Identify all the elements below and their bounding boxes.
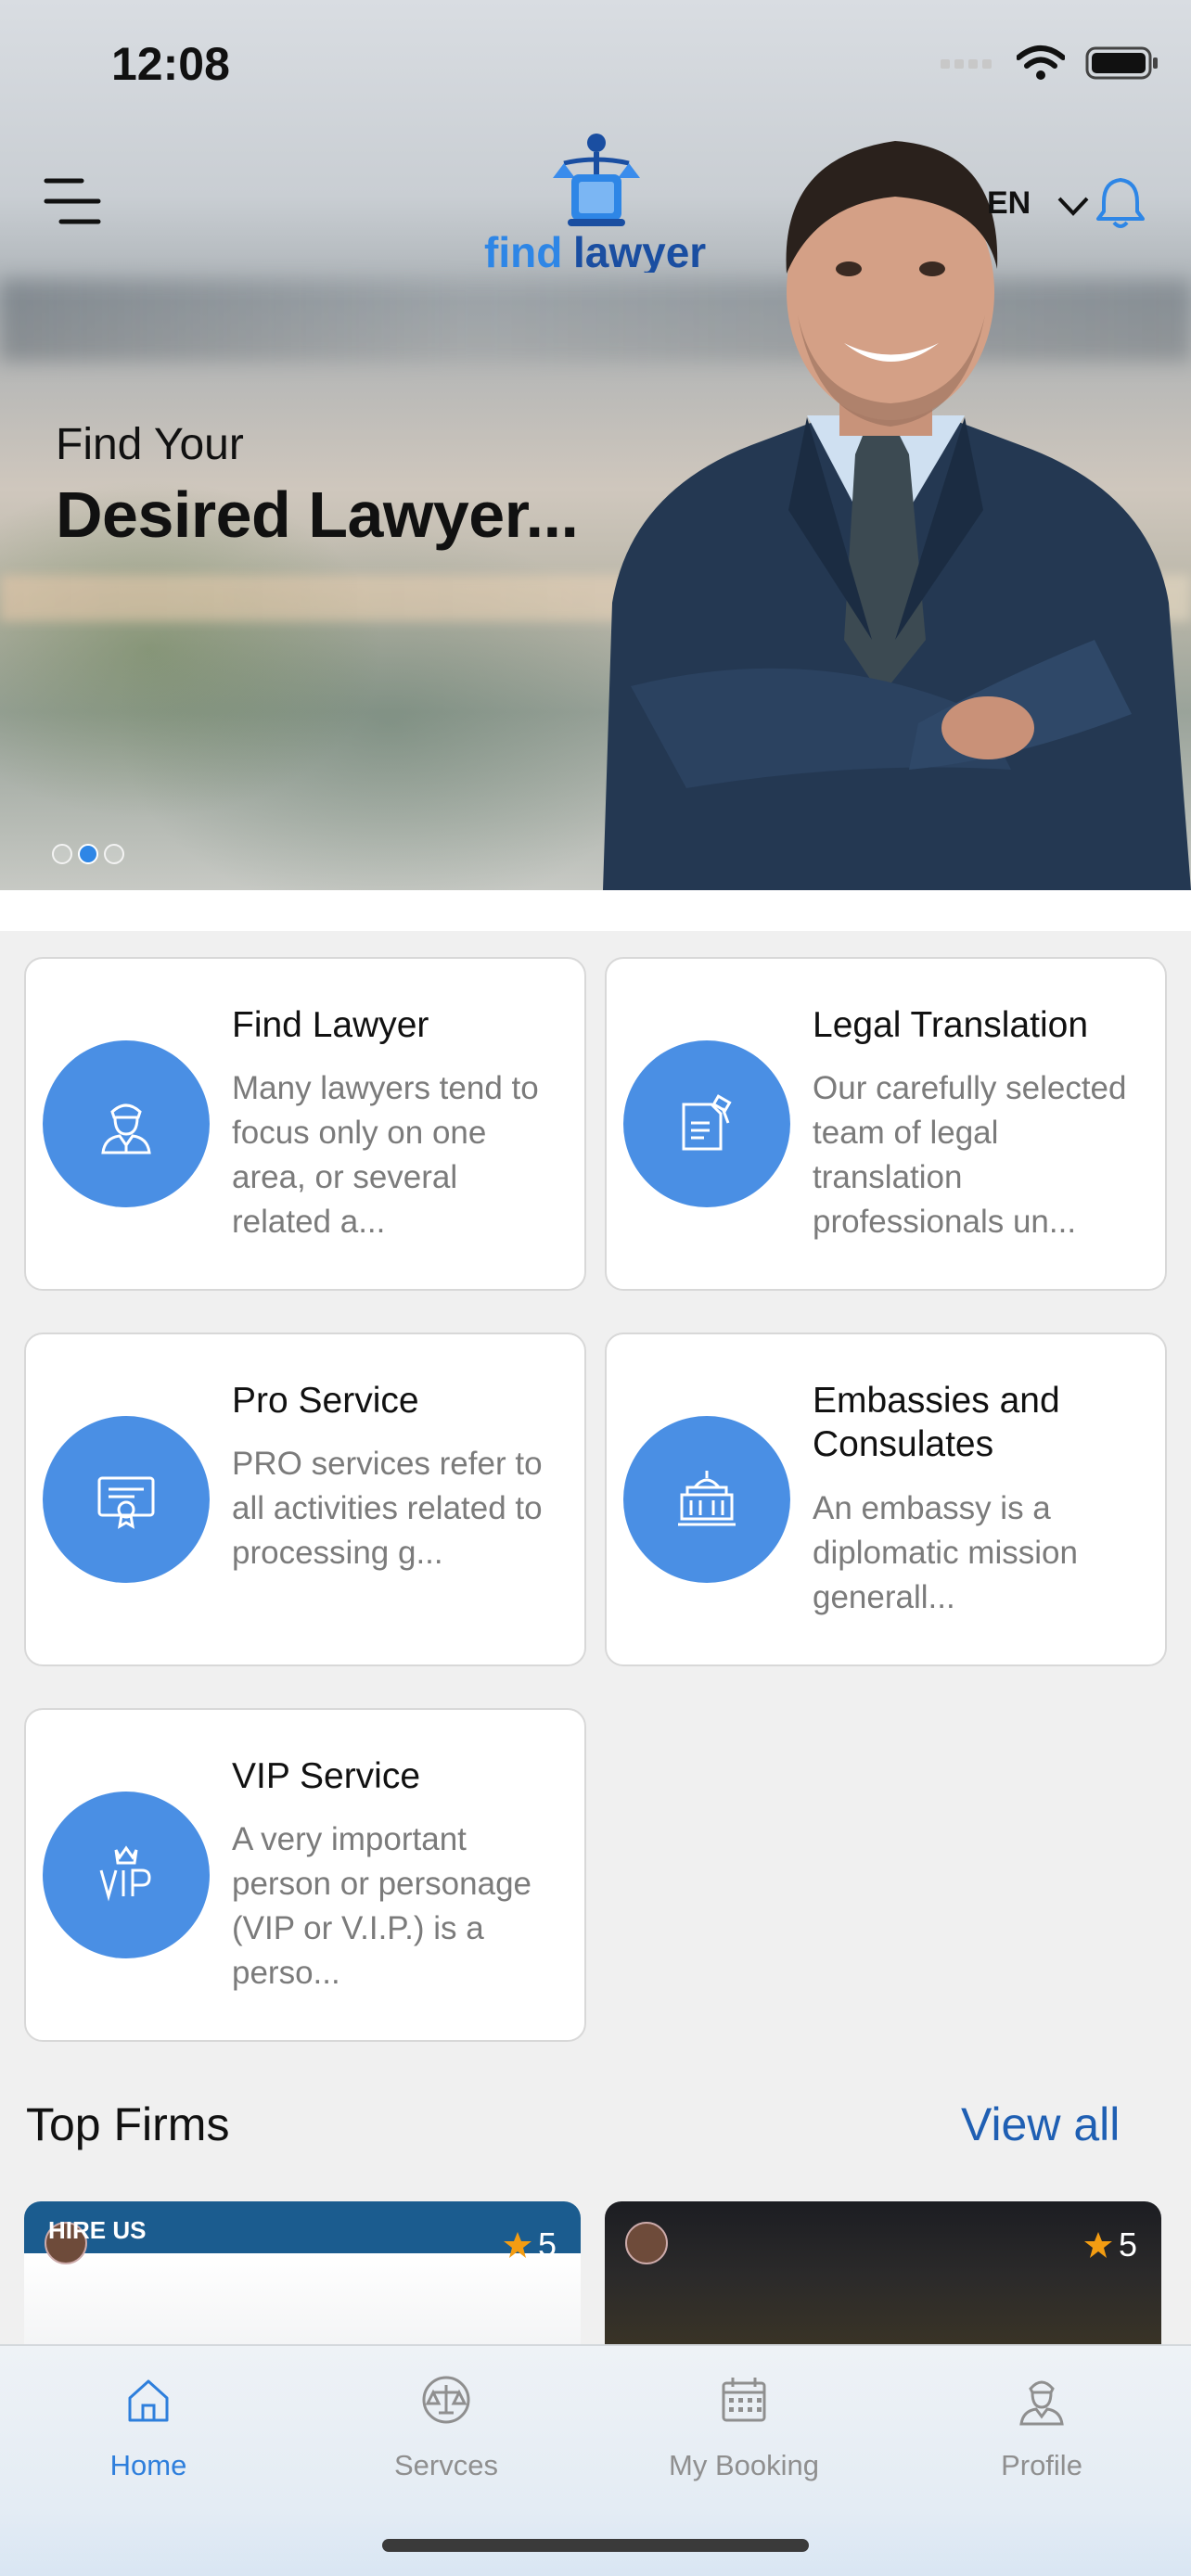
firm-rating-value: 5 bbox=[537, 2225, 557, 2264]
service-description: A very important person or personage (VI… bbox=[232, 1821, 531, 1991]
hero-subtitle: Find Your bbox=[56, 420, 244, 469]
service-title: Legal Translation bbox=[813, 1005, 1089, 1045]
service-title: VIP Service bbox=[232, 1756, 421, 1796]
carousel-dot[interactable] bbox=[52, 844, 72, 864]
service-card-find-lawyer[interactable]: Find Lawyer Many lawyers tend to focus o… bbox=[24, 957, 586, 1291]
menu-icon[interactable] bbox=[43, 172, 102, 231]
avatar bbox=[625, 2222, 668, 2264]
vip-crown-icon bbox=[99, 1845, 151, 1902]
service-description: Our carefully selected team of legal tra… bbox=[813, 1070, 1127, 1240]
calendar-icon bbox=[722, 2378, 766, 2422]
tab-home[interactable]: Home bbox=[37, 2374, 260, 2482]
firm-rating: 5 bbox=[503, 2225, 557, 2264]
embassy-building-icon bbox=[678, 1471, 736, 1526]
carousel-dots[interactable] bbox=[52, 844, 124, 864]
service-title: Pro Service bbox=[232, 1381, 419, 1421]
bell-icon[interactable] bbox=[1095, 174, 1146, 230]
findlawyer-logo: find lawyer bbox=[484, 134, 706, 273]
service-card-pro-service[interactable]: Pro Service PRO services refer to all ac… bbox=[24, 1333, 586, 1666]
wifi-icon bbox=[1017, 45, 1065, 80]
firm-rating-value: 5 bbox=[1118, 2225, 1137, 2264]
lawyer-icon bbox=[101, 1103, 151, 1154]
top-firms-heading: Top Firms bbox=[26, 2098, 230, 2150]
status-indicators bbox=[941, 45, 1159, 82]
logo-lawyer-text: lawyer bbox=[573, 228, 706, 273]
language-selector[interactable]: EN bbox=[987, 185, 1031, 222]
logo-find-text: find bbox=[484, 228, 562, 273]
hero-title: Desired Lawyer... bbox=[56, 478, 579, 551]
service-title: Embassies and Consulates bbox=[813, 1381, 1060, 1464]
service-description: An embassy is a diplomatic mission gener… bbox=[813, 1490, 1078, 1615]
tab-label: Profile bbox=[1001, 2449, 1082, 2481]
hero-banner[interactable]: 12:08 find lawyer EN Find Your Desired L… bbox=[0, 0, 1191, 890]
firm-card[interactable]: HIRE US 5 bbox=[24, 2201, 581, 2350]
star-icon bbox=[1083, 2232, 1112, 2258]
carousel-dot-active[interactable] bbox=[78, 844, 98, 864]
tab-services[interactable]: Servces bbox=[335, 2374, 557, 2482]
chevron-down-icon[interactable] bbox=[1056, 193, 1091, 221]
profile-icon bbox=[1019, 2380, 1064, 2426]
document-gavel-icon bbox=[682, 1094, 732, 1151]
service-card-legal-translation[interactable]: Legal Translation Our carefully selected… bbox=[605, 957, 1167, 1291]
tab-label: My Booking bbox=[669, 2449, 819, 2481]
star-icon bbox=[503, 2232, 531, 2258]
view-all-link[interactable]: View all bbox=[961, 2098, 1120, 2151]
carousel-dot[interactable] bbox=[104, 844, 124, 864]
certificate-icon bbox=[97, 1476, 155, 1529]
signal-icon bbox=[941, 59, 992, 69]
tab-label: Home bbox=[109, 2449, 187, 2481]
scales-icon bbox=[422, 2376, 470, 2424]
service-card-vip[interactable]: VIP Service A very important person or p… bbox=[24, 1708, 586, 2042]
service-title: Find Lawyer bbox=[232, 1005, 429, 1045]
home-indicator[interactable] bbox=[382, 2539, 809, 2552]
battery-icon bbox=[1085, 46, 1158, 80]
tab-label: Servces bbox=[394, 2449, 498, 2481]
service-description: PRO services refer to all activities rel… bbox=[232, 1446, 543, 1571]
service-description: Many lawyers tend to focus only on one a… bbox=[232, 1070, 539, 1240]
tab-profile[interactable]: Profile bbox=[930, 2374, 1153, 2482]
tab-my-booking[interactable]: My Booking bbox=[633, 2374, 855, 2482]
firm-rating: 5 bbox=[1083, 2225, 1137, 2264]
firm-card[interactable]: 5 bbox=[605, 2201, 1161, 2350]
home-screen: 12:08 find lawyer EN Find Your Desired L… bbox=[0, 0, 1191, 2576]
firm-badge: HIRE US bbox=[48, 2216, 147, 2244]
status-time: 12:08 bbox=[111, 38, 230, 90]
home-icon bbox=[128, 2379, 169, 2422]
service-card-embassies[interactable]: Embassies and Consulates An embassy is a… bbox=[605, 1333, 1167, 1666]
